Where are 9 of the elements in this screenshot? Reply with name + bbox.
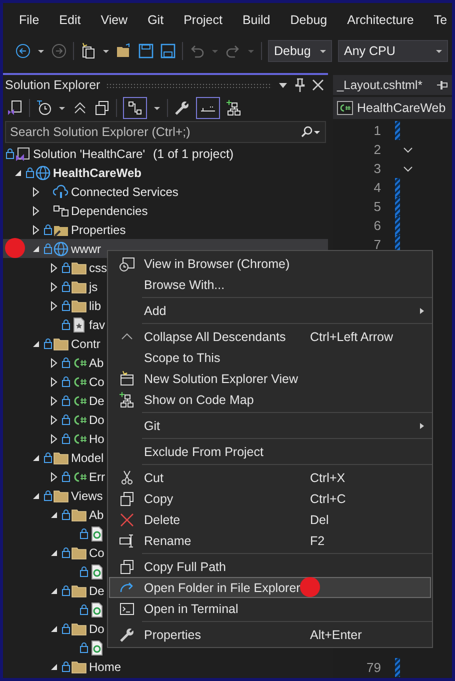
- panel-title: Solution Explorer: [5, 78, 100, 92]
- line-number: 7: [372, 237, 382, 252]
- line-number: 1: [372, 123, 382, 138]
- line-number: 6: [372, 218, 382, 233]
- line-number: 79: [366, 660, 382, 675]
- line-number: 2: [372, 142, 382, 157]
- line-number: 3: [372, 161, 382, 176]
- line-number: 4: [372, 180, 382, 195]
- line-number: 5: [372, 199, 382, 214]
